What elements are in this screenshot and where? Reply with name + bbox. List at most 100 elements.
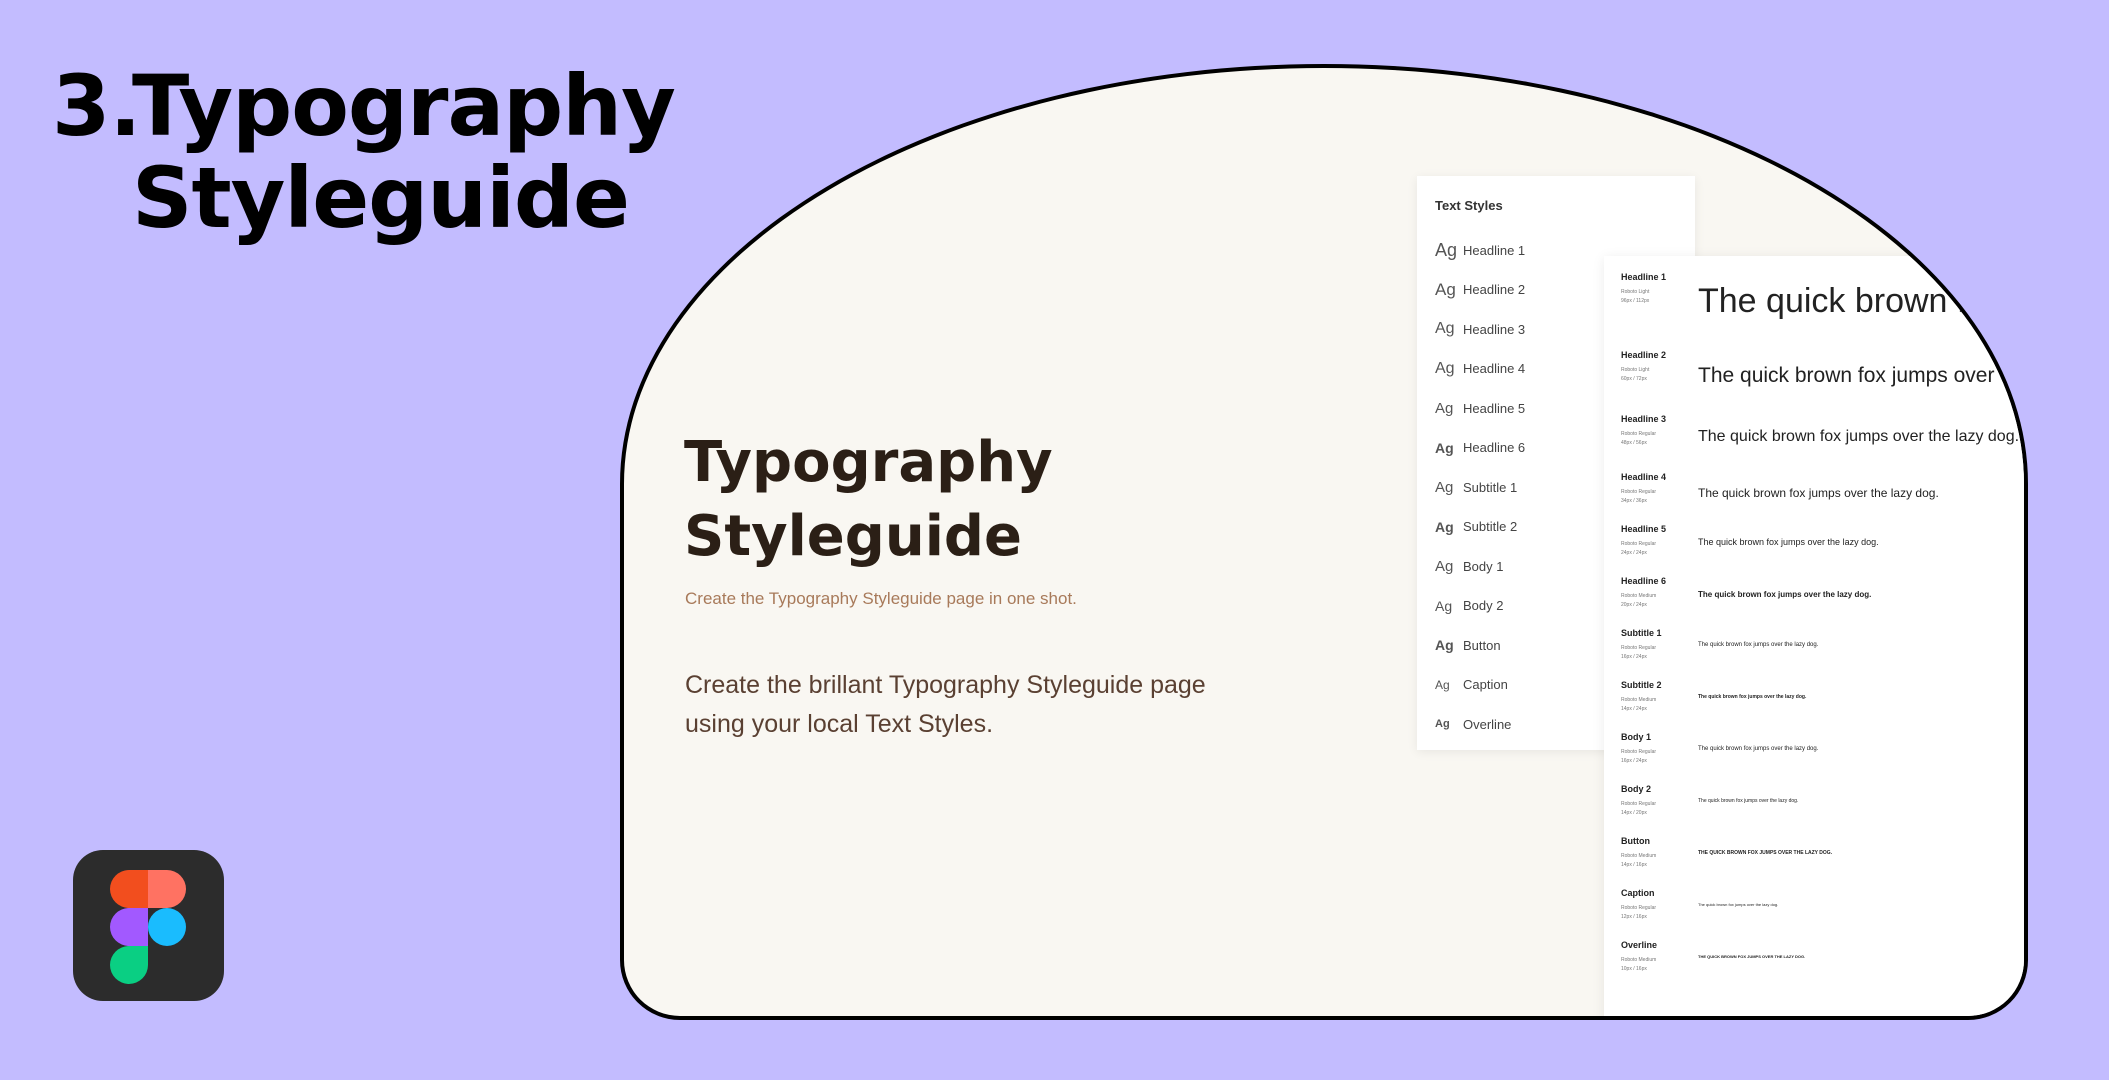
text-style-item[interactable]: Ag Headline 1 [1435, 238, 1525, 262]
specimen-style-name: Overline [1621, 940, 1658, 950]
text-style-label: Subtitle 1 [1463, 479, 1518, 495]
text-style-ag-icon: Ag [1435, 320, 1455, 337]
specimen-font: Roboto Regular [1621, 905, 1657, 911]
specimen-sample: The quick brown fox jumps over the lazy … [1698, 746, 1819, 752]
text-style-item[interactable]: Ag Overline [1435, 712, 1511, 736]
text-styles-title: Text Styles [1435, 198, 1503, 213]
specimen-font: Roboto Medium [1621, 957, 1657, 963]
specimen-size: 48px / 56px [1621, 440, 1647, 446]
text-style-ag-icon: Ag [1435, 439, 1454, 456]
specimen-sample: The quick brown fox jumps over the lazy … [1698, 282, 2024, 320]
specimen-size: 16px / 24px [1621, 758, 1647, 764]
specimen-font: Roboto Regular [1621, 489, 1657, 495]
specimen-font: Roboto Medium [1621, 697, 1657, 703]
specimen-size: 20px / 24px [1621, 602, 1647, 608]
text-style-item[interactable]: Ag Caption [1435, 673, 1508, 697]
specimen-sample: The quick brown fox jumps over the lazy … [1698, 537, 1879, 547]
specimen-size: 34px / 36px [1621, 498, 1647, 504]
specimen-sample: The quick brown fox jumps over the lazy … [1698, 364, 2028, 387]
specimen-sample: The quick brown fox jumps over the lazy … [1698, 428, 2020, 445]
specimen-sample: THE QUICK BROWN FOX JUMPS OVER THE LAZY … [1698, 954, 1806, 959]
text-style-ag-icon: Ag [1435, 478, 1454, 496]
text-style-ag-icon: Ag [1435, 718, 1450, 730]
specimen-font: Roboto Regular [1621, 749, 1657, 755]
specimen-font: Roboto Medium [1621, 853, 1657, 859]
specimen-style-name: Subtitle 2 [1621, 680, 1662, 690]
specimen-size: 10px / 16px [1621, 966, 1647, 972]
typography-specimen: Headline 1 Roboto Light 96px / 112px The qu… [1604, 256, 2028, 1016]
text-style-item[interactable]: Ag Button [1435, 633, 1501, 657]
specimen-size: 60px / 72px [1621, 376, 1647, 382]
figma-logo-icon [73, 850, 224, 1001]
text-style-item[interactable]: Ag Body 2 [1435, 594, 1503, 618]
specimen-style-name: Caption [1621, 888, 1655, 898]
text-style-label: Caption [1463, 677, 1508, 692]
page-title-line-2: Styleguide [132, 149, 630, 247]
text-style-label: Headline 5 [1463, 400, 1526, 416]
text-style-label: Headline 3 [1463, 321, 1526, 337]
text-style-ag-icon: Ag [1435, 637, 1454, 653]
specimen-style-name: Button [1621, 836, 1650, 846]
text-style-label: Headline 6 [1463, 440, 1526, 455]
text-style-label: Body 1 [1463, 558, 1504, 574]
specimen-size: 14px / 16px [1621, 862, 1647, 868]
text-style-ag-icon: Ag [1435, 597, 1453, 614]
page-title: 3.Typography Styleguide [52, 57, 676, 247]
text-style-label: Subtitle 2 [1463, 519, 1518, 534]
specimen-size: 16px / 24px [1621, 654, 1647, 660]
specimen-style-name: Headline 3 [1621, 414, 1667, 424]
specimen-style-name: Headline 2 [1621, 350, 1667, 360]
text-style-label: Headline 2 [1463, 282, 1526, 297]
specimen-font: Roboto Regular [1621, 431, 1657, 437]
text-style-item[interactable]: Ag Subtitle 1 [1435, 475, 1517, 499]
specimen-font: Roboto Regular [1621, 541, 1657, 547]
specimen-style-name: Body 2 [1621, 784, 1652, 794]
page-title-number: 3. [52, 57, 141, 155]
specimen-sample: THE QUICK BROWN FOX JUMPS OVER THE LAZY … [1698, 850, 1833, 856]
text-style-label: Overline [1463, 716, 1512, 732]
specimen-sample: The quick brown fox jumps over the lazy … [1698, 798, 1799, 804]
specimen-style-name: Headline 1 [1621, 272, 1667, 282]
text-style-item[interactable]: Ag Headline 4 [1435, 357, 1525, 381]
text-style-label: Body 2 [1463, 598, 1504, 613]
specimen-sample: The quick brown fox jumps over the lazy … [1698, 642, 1819, 648]
text-style-item[interactable]: Ag Headline 2 [1435, 278, 1525, 302]
card-description: Create the brillant Typography Styleguid… [685, 671, 1206, 738]
specimen-font: Roboto Light [1621, 367, 1650, 373]
text-style-label: Headline 1 [1463, 242, 1526, 258]
specimen-sample: The quick brown fox jumps over the lazy … [1698, 902, 1779, 907]
specimen-size: 14px / 24px [1621, 706, 1647, 712]
text-style-label: Headline 4 [1463, 361, 1526, 376]
text-style-ag-icon: Ag [1435, 399, 1454, 417]
text-style-label: Button [1463, 637, 1501, 653]
page-title-line-1: Typography [132, 57, 676, 155]
text-style-ag-icon: Ag [1435, 557, 1454, 575]
specimen-size: 14px / 20px [1621, 810, 1647, 816]
specimen-style-name: Headline 5 [1621, 524, 1667, 534]
text-style-ag-icon: Ag [1435, 518, 1454, 535]
specimen-sample: The quick brown fox jumps over the lazy … [1698, 694, 1807, 700]
card-title: Typography Styleguide [684, 430, 1053, 569]
specimen-style-name: Subtitle 1 [1621, 628, 1662, 638]
text-style-item[interactable]: Ag Headline 5 [1435, 396, 1525, 420]
text-style-item[interactable]: Ag Headline 3 [1435, 317, 1525, 341]
specimen-style-name: Body 1 [1621, 732, 1652, 742]
specimen-font: Roboto Regular [1621, 645, 1657, 651]
specimen-size: 12px / 16px [1621, 914, 1647, 920]
text-style-item[interactable]: Ag Subtitle 2 [1435, 515, 1517, 539]
text-style-ag-icon: Ag [1435, 359, 1455, 377]
specimen-style-name: Headline 4 [1621, 472, 1667, 482]
text-style-ag-icon: Ag [1435, 239, 1458, 260]
text-style-ag-icon: Ag [1435, 279, 1456, 299]
specimen-sample: The quick brown fox jumps over the lazy … [1698, 486, 1939, 500]
specimen-font: Roboto Regular [1621, 801, 1657, 807]
specimen-font: Roboto Light [1621, 289, 1650, 295]
specimen-size: 96px / 112px [1621, 298, 1650, 304]
specimen-style-name: Headline 6 [1621, 576, 1667, 586]
specimen-font: Roboto Medium [1621, 593, 1657, 599]
text-style-ag-icon: Ag [1435, 677, 1450, 692]
text-style-item[interactable]: Ag Body 1 [1435, 554, 1503, 578]
specimen-sample: The quick brown fox jumps over the lazy … [1698, 590, 1872, 599]
text-style-item[interactable]: Ag Headline 6 [1435, 436, 1525, 460]
styleguide-card: Typography Styleguide Create the Typogra… [620, 64, 2028, 1020]
